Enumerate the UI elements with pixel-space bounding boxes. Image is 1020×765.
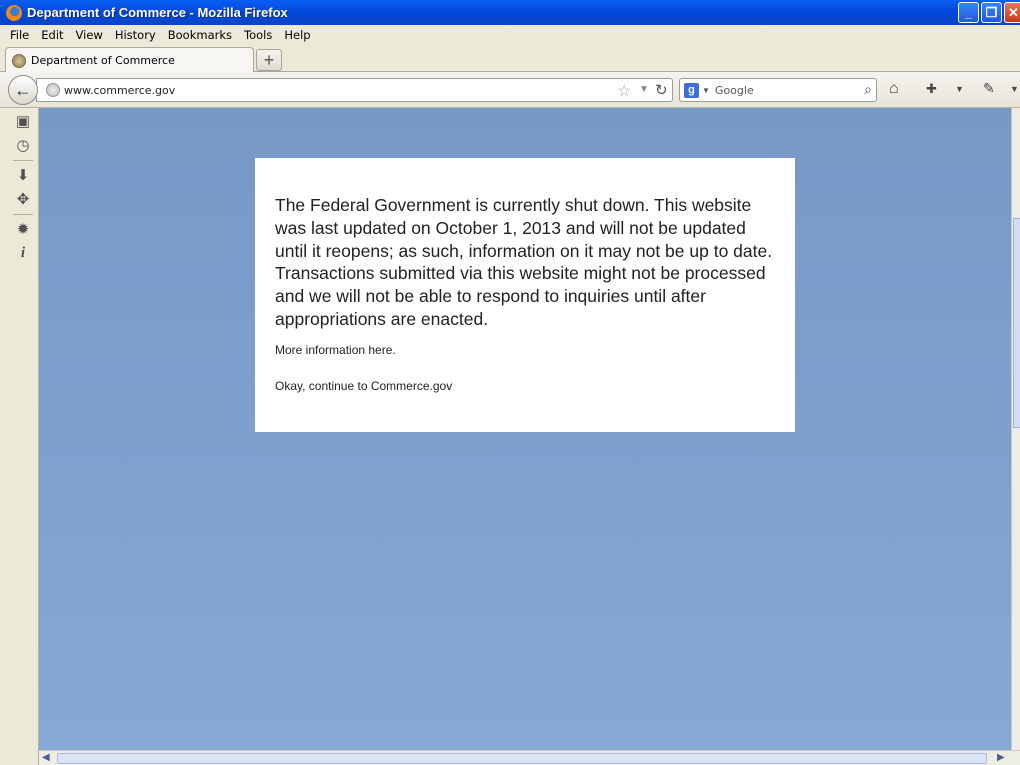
horizontal-scrollbar[interactable]: ◀ ▶ xyxy=(39,750,1020,765)
tools-dropdown-icon[interactable]: ▼ xyxy=(1010,85,1019,94)
search-engine-icon[interactable]: g xyxy=(684,82,699,98)
home-icon[interactable]: ⌂ xyxy=(889,81,899,97)
globe-icon xyxy=(46,83,60,97)
tab-label: Department of Commerce xyxy=(31,54,175,67)
toolbar-icon[interactable]: ✚ xyxy=(926,82,937,95)
menu-bookmarks[interactable]: Bookmarks xyxy=(162,28,238,42)
new-tab-button[interactable]: + xyxy=(256,49,282,71)
settings-gear-icon[interactable]: ✹ xyxy=(14,220,32,238)
menu-help[interactable]: Help xyxy=(278,28,316,42)
tab-strip: Department of Commerce + xyxy=(0,45,1020,73)
commerce-seal-icon xyxy=(12,53,26,68)
scroll-left-icon[interactable]: ◀ xyxy=(42,752,50,763)
menu-bar: File Edit View History Bookmarks Tools H… xyxy=(0,25,1020,45)
vertical-scrollbar-thumb[interactable] xyxy=(1013,218,1020,428)
close-button[interactable]: ✕ xyxy=(1004,2,1020,23)
sidebar-separator xyxy=(13,160,33,161)
history-icon[interactable]: ◷ xyxy=(14,136,32,154)
window-title: Department of Commerce - Mozilla Firefox xyxy=(27,5,288,20)
sidebar: ▣ ◷ ⬇ ✥ ✹ i xyxy=(0,108,39,765)
horizontal-scrollbar-thumb[interactable] xyxy=(57,753,987,764)
info-icon[interactable]: i xyxy=(14,244,32,262)
firefox-icon xyxy=(6,4,22,21)
shutdown-notice-dialog: The Federal Government is currently shut… xyxy=(255,158,795,432)
url-dropdown-icon[interactable]: ▼ xyxy=(639,84,649,95)
downloads-icon[interactable]: ⬇ xyxy=(14,166,32,184)
search-engine-dropdown-icon[interactable]: ▼ xyxy=(702,86,710,95)
menu-edit[interactable]: Edit xyxy=(35,28,69,42)
tools-icon[interactable]: ✎ xyxy=(983,81,995,95)
url-bar[interactable]: www.commerce.gov ☆ ▼ ↻ xyxy=(36,78,673,102)
search-placeholder: Google xyxy=(714,83,754,97)
tab-department-of-commerce[interactable]: Department of Commerce xyxy=(5,47,254,73)
toolbar-dropdown-icon[interactable]: ▼ xyxy=(955,85,964,94)
reload-icon[interactable]: ↻ xyxy=(655,81,668,99)
shutdown-notice-text: The Federal Government is currently shut… xyxy=(275,195,773,329)
vertical-scrollbar[interactable] xyxy=(1011,108,1020,750)
addons-icon[interactable]: ✥ xyxy=(14,190,32,208)
menu-tools[interactable]: Tools xyxy=(238,28,278,42)
bookmarks-icon[interactable]: ▣ xyxy=(14,112,32,130)
bookmark-star-icon[interactable]: ☆ xyxy=(617,81,631,101)
search-bar[interactable]: g ▼ Google ⌕ xyxy=(679,78,877,102)
back-button[interactable]: ← xyxy=(8,75,38,105)
menu-view[interactable]: View xyxy=(70,28,109,42)
minimize-button[interactable]: _ xyxy=(958,2,979,23)
search-icon[interactable]: ⌕ xyxy=(864,81,872,98)
navigation-bar: www.commerce.gov ☆ ▼ ↻ ← g ▼ Google ⌕ ⌂ … xyxy=(0,72,1020,108)
window-titlebar: Department of Commerce - Mozilla Firefox… xyxy=(0,0,1020,25)
menu-file[interactable]: File xyxy=(4,28,35,42)
sidebar-separator xyxy=(13,214,33,215)
page-content: The Federal Government is currently shut… xyxy=(39,108,1011,750)
scroll-right-icon[interactable]: ▶ xyxy=(997,752,1005,763)
continue-link[interactable]: Okay, continue to Commerce.gov xyxy=(275,379,775,393)
maximize-button[interactable]: ❐ xyxy=(981,2,1002,23)
more-information-link[interactable]: More information here. xyxy=(275,343,775,357)
url-text[interactable]: www.commerce.gov xyxy=(64,84,175,97)
menu-history[interactable]: History xyxy=(109,28,162,42)
